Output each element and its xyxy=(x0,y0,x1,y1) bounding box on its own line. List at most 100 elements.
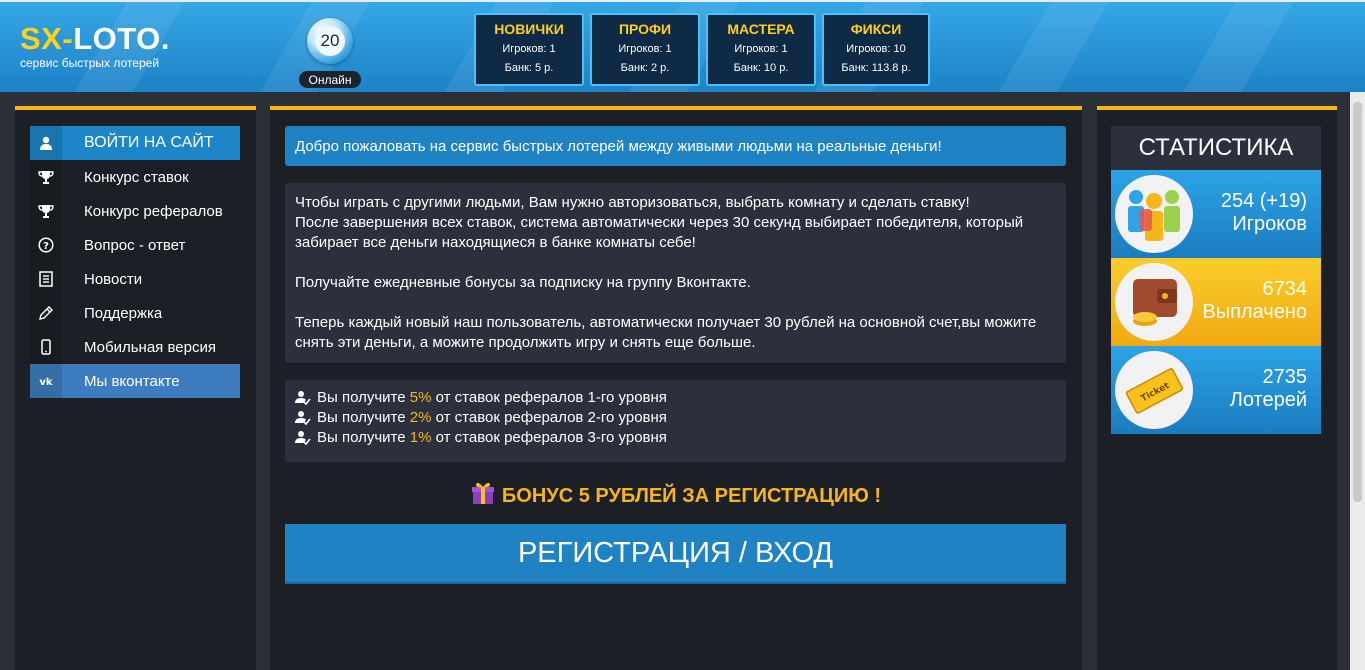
sidebar-item-bet-contest[interactable]: Конкурс ставок xyxy=(30,160,240,194)
site-header: SX-LOTO. сервис быстрых лотерей 20 Онлай… xyxy=(0,0,1365,92)
room-name: ФИКСИ xyxy=(850,21,902,37)
logo-subtitle: сервис быстрых лотерей xyxy=(20,56,160,70)
room-card-novichki[interactable]: НОВИЧКИ Игроков: 1 Банк: 5 р. xyxy=(474,13,584,86)
question-icon: ? xyxy=(30,228,62,262)
room-card-mastera[interactable]: МАСТЕРА Игроков: 1 Банк: 10 р. xyxy=(706,13,816,86)
referral-suffix: от ставок рефералов 1-го уровня xyxy=(435,389,667,406)
room-players: Игроков: 1 xyxy=(618,43,672,55)
referral-suffix: от ставок рефералов 2-го уровня xyxy=(435,409,667,426)
info-panel: Чтобы играть с другими людьми, Вам нужно… xyxy=(285,183,1066,363)
room-name: МАСТЕРА xyxy=(727,21,795,37)
referral-user-icon xyxy=(295,389,317,407)
welcome-banner: Добро пожаловать на сервис быстрых лотер… xyxy=(285,126,1066,166)
referral-prefix: Вы получите xyxy=(317,429,406,446)
sidebar-item-label: Новости xyxy=(84,270,143,288)
sidebar-item-label: Поддержка xyxy=(84,304,163,322)
logo-part-1: SX- xyxy=(20,21,74,56)
sidebar-menu: ВОЙТИ НА САЙТ Конкурс ставок Конкурс реф… xyxy=(30,126,240,398)
main-content: Добро пожаловать на сервис быстрых лотер… xyxy=(270,106,1082,670)
news-icon xyxy=(30,262,62,296)
user-icon xyxy=(30,126,62,160)
info-line: снять эти деньги, а можите продолжить иг… xyxy=(295,334,756,351)
stat-paid: 6734 Выплачено xyxy=(1111,258,1321,346)
players-icon xyxy=(1115,175,1193,253)
room-players: Игроков: 1 xyxy=(734,43,788,55)
room-card-fiksi[interactable]: ФИКСИ Игроков: 10 Банк: 113.8 р. xyxy=(822,13,930,86)
referral-user-icon xyxy=(295,409,317,427)
stat-value: 2735 xyxy=(1262,366,1308,388)
sidebar-item-label: ВОЙТИ НА САЙТ xyxy=(84,134,214,151)
room-players: Игроков: 10 xyxy=(846,43,906,55)
gift-icon xyxy=(470,480,496,512)
referral-user-icon xyxy=(295,429,317,447)
sidebar-item-login[interactable]: ВОЙТИ НА САЙТ xyxy=(30,126,240,160)
stat-label: Игроков xyxy=(1232,213,1307,235)
stat-values: 6734 Выплачено xyxy=(1202,278,1307,324)
room-bank: Банк: 2 р. xyxy=(620,62,670,74)
sidebar-item-support[interactable]: Поддержка xyxy=(30,296,240,330)
sidebar-item-label: Мобильная версия xyxy=(84,338,216,356)
registration-bonus: БОНУС 5 РУБЛЕЙ ЗА РЕГИСТРАЦИЮ ! xyxy=(285,480,1066,512)
logo-part-2: LOTO. xyxy=(73,21,170,56)
stat-value: 6734 xyxy=(1262,278,1308,300)
online-count: 20 xyxy=(315,26,345,56)
sidebar-item-label: Конкурс ставок xyxy=(84,168,189,186)
left-sidebar: ВОЙТИ НА САЙТ Конкурс ставок Конкурс реф… xyxy=(15,106,256,670)
page-scrollbar[interactable] xyxy=(1350,92,1365,670)
referral-percent: 5% xyxy=(409,389,432,406)
info-line: Чтобы играть с другими людьми, Вам нужно… xyxy=(295,194,970,211)
stats-title: СТАТИСТИКА xyxy=(1111,126,1321,170)
mobile-icon xyxy=(30,330,62,364)
room-bank: Банк: 113.8 р. xyxy=(841,62,911,74)
register-login-button[interactable]: РЕГИСТРАЦИЯ / ВХОД xyxy=(285,524,1066,584)
trophy-icon xyxy=(30,160,62,194)
referral-panel: Вы получите 5% от ставок рефералов 1-го … xyxy=(285,380,1066,462)
stats-sidebar: СТАТИСТИКА 254 (+19) Игроков 6734 Выплач… xyxy=(1097,106,1337,670)
sidebar-item-referral-contest[interactable]: Конкурс рефералов xyxy=(30,194,240,228)
site-logo[interactable]: SX-LOTO. сервис быстрых лотерей xyxy=(20,22,170,71)
stat-lotteries: Ticket 2735 Лотерей xyxy=(1111,346,1321,434)
scrollbar-thumb[interactable] xyxy=(1353,102,1362,502)
online-counter-ball: 20 xyxy=(307,18,353,64)
ticket-icon: Ticket xyxy=(1115,351,1193,429)
sidebar-item-label: Вопрос - ответ xyxy=(84,236,186,254)
sidebar-item-vk[interactable]: vk Мы вконтакте xyxy=(30,364,240,398)
room-name: НОВИЧКИ xyxy=(494,21,564,37)
referral-line: Вы получите 2% от ставок рефералов 2-го … xyxy=(295,408,1056,428)
referral-line: Вы получите 5% от ставок рефералов 1-го … xyxy=(295,388,1056,408)
stat-value: 254 (+19) xyxy=(1220,190,1307,212)
info-line: После завершения всех ставок, система ав… xyxy=(295,214,1024,231)
info-line: Получайте ежедневные бонусы за подписку … xyxy=(295,274,751,291)
room-bank: Банк: 10 р. xyxy=(733,62,789,74)
info-line: Теперь каждый новый наш пользователь, ав… xyxy=(295,314,1037,331)
sidebar-item-label: Конкурс рефералов xyxy=(84,202,223,220)
referral-prefix: Вы получите xyxy=(317,389,406,406)
stat-label: Лотерей xyxy=(1229,389,1307,411)
online-label: Онлайн xyxy=(299,71,361,88)
referral-suffix: от ставок рефералов 3-го уровня xyxy=(435,429,667,446)
logo-title: SX-LOTO. xyxy=(20,22,170,56)
stat-label: Выплачено xyxy=(1202,301,1307,323)
referral-percent: 2% xyxy=(409,409,432,426)
referral-prefix: Вы получите xyxy=(317,409,406,426)
stat-players: 254 (+19) Игроков xyxy=(1111,170,1321,258)
sidebar-item-faq[interactable]: ? Вопрос - ответ xyxy=(30,228,240,262)
room-name: ПРОФИ xyxy=(618,21,672,37)
stat-values: 2735 Лотерей xyxy=(1230,366,1307,412)
room-list: НОВИЧКИ Игроков: 1 Банк: 5 р. ПРОФИ Игро… xyxy=(474,13,930,86)
pencil-icon xyxy=(30,296,62,330)
referral-percent: 1% xyxy=(409,429,432,446)
room-card-profi[interactable]: ПРОФИ Игроков: 1 Банк: 2 р. xyxy=(590,13,700,86)
sidebar-item-news[interactable]: Новости xyxy=(30,262,240,296)
sidebar-item-label: Мы вконтакте xyxy=(84,372,180,390)
room-players: Игроков: 1 xyxy=(502,43,556,55)
stat-values: 254 (+19) Игроков xyxy=(1221,190,1307,236)
wallet-icon xyxy=(1115,263,1193,341)
bonus-text: БОНУС 5 РУБЛЕЙ ЗА РЕГИСТРАЦИЮ ! xyxy=(501,484,882,507)
svg-text:?: ? xyxy=(43,241,49,252)
info-line: забирает все деньги находящиеся в банке … xyxy=(295,234,696,251)
svg-text:vk: vk xyxy=(39,377,53,386)
sidebar-item-mobile[interactable]: Мобильная версия xyxy=(30,330,240,364)
